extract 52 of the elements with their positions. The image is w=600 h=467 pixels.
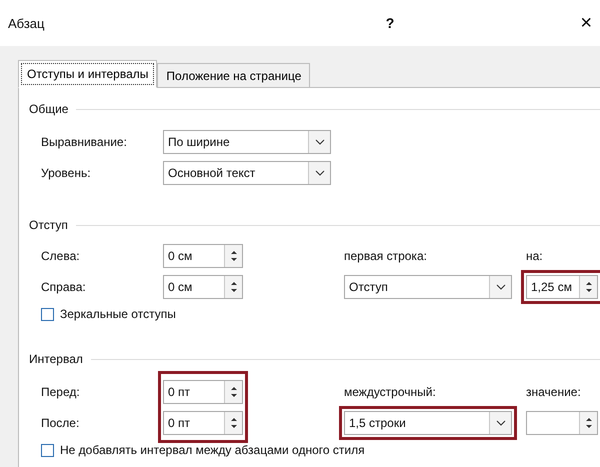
chevron-down-icon [496,284,506,290]
dropdown-field[interactable]: По ширине [163,130,331,154]
chevron-down-icon [314,170,324,176]
field-label: Справа: [41,280,86,294]
dropdown-arrow-button[interactable] [308,130,330,152]
spin-arrows-icon [230,416,238,430]
spinner-field[interactable]: 0 пт [163,410,243,434]
checkbox-label: Не добавлять интервал между абзацами одного стиля [60,443,365,457]
field-label: Слева: [41,248,80,262]
spin-arrows-icon [584,416,592,430]
field-label: Перед: [41,384,80,398]
checkbox-label: Зеркальные отступы [60,307,176,321]
spinner-field[interactable] [526,410,598,434]
dropdown-arrow-button[interactable] [489,412,511,434]
field-label: Выравнивание: [41,134,127,148]
field-label: междустрочный: [344,384,436,398]
close-button[interactable]: × [578,13,594,33]
checkbox[interactable] [41,308,54,320]
spin-arrows-icon [584,280,592,294]
spinner-field[interactable]: 0 пт [163,380,243,404]
field-label: первая строка: [344,248,427,262]
field-label: на: [526,248,543,262]
spin-button[interactable] [224,380,242,402]
spinner-field[interactable]: 1,25 см [526,274,598,298]
dropdown-field[interactable]: Основной текст [163,160,331,184]
spinner-field[interactable]: 0 см [163,274,243,298]
window-title: Абзац [8,16,46,30]
checkbox[interactable] [41,444,54,456]
tab[interactable]: Положение на странице [157,63,310,88]
dropdown-arrow-button[interactable] [489,276,511,298]
dropdown-field[interactable]: Отступ [344,274,512,298]
dropdown-field[interactable]: 1,5 строки [344,410,512,434]
spin-button[interactable] [579,276,597,298]
spin-arrows-icon [230,384,238,398]
chevron-down-icon [496,420,506,426]
spin-arrows-icon [230,248,238,262]
field-label: После: [41,416,80,430]
help-button[interactable]: ? [382,15,398,31]
spin-arrows-icon [230,280,238,294]
section-title: Отступ [29,218,68,232]
spin-button[interactable] [224,276,242,298]
spin-button[interactable] [224,244,242,266]
section-title: Интервал [29,352,83,366]
spinner-field[interactable]: 0 см [163,244,243,268]
spin-button[interactable] [579,412,597,434]
section-title: Общие [29,102,68,116]
field-label: Уровень: [41,166,91,180]
tab[interactable]: Отступы и интервалы [18,60,158,88]
field-label: значение: [526,384,581,398]
spin-button[interactable] [224,412,242,434]
chevron-down-icon [314,138,324,144]
dropdown-arrow-button[interactable] [308,162,330,184]
